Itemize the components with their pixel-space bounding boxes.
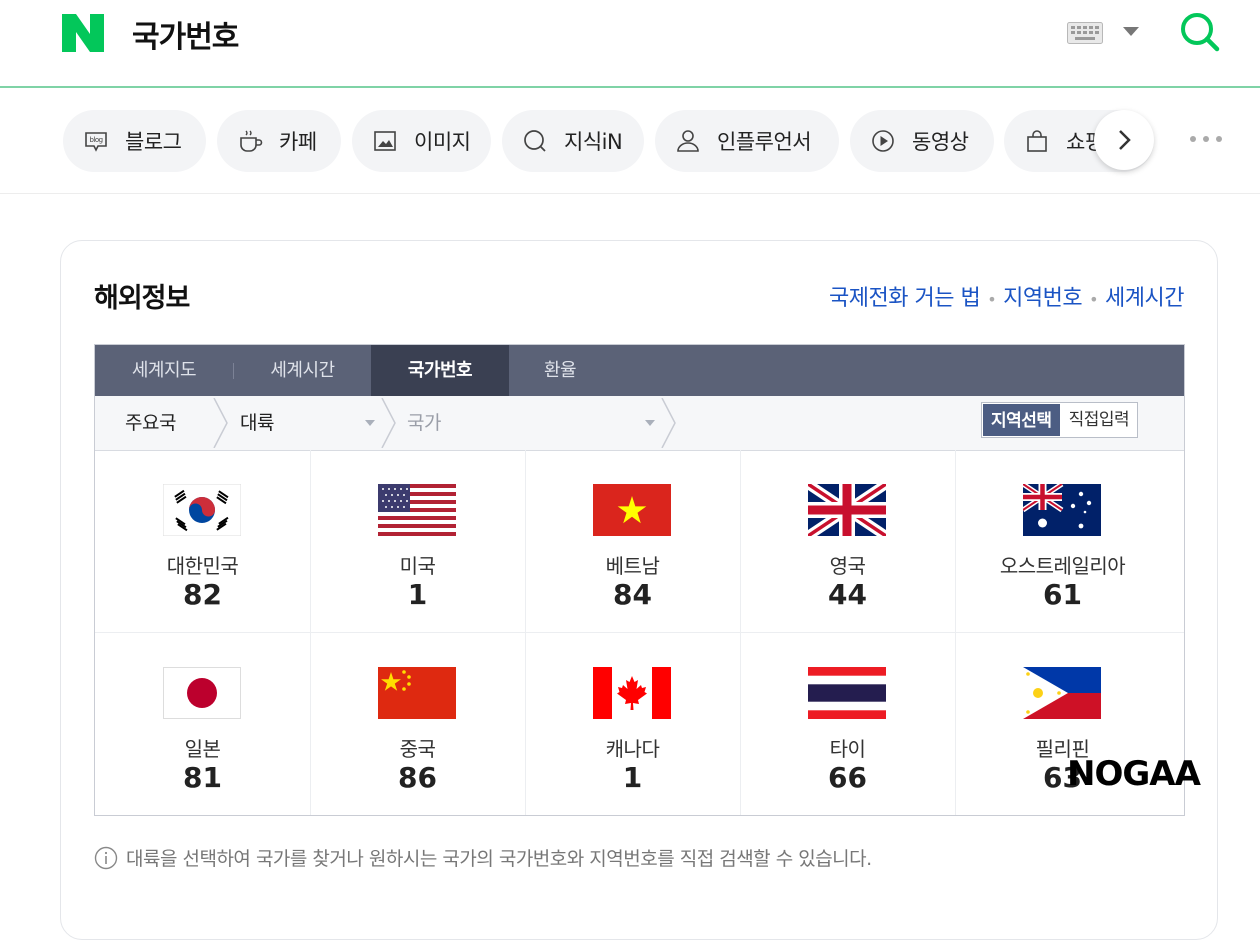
link-world-time[interactable]: 세계시간 [1105,286,1184,311]
play-icon [872,130,894,152]
tab-blog[interactable]: blog 블로그 [63,110,206,172]
country-name: 일본 [184,737,221,761]
country-code: 66 [828,761,867,794]
naver-logo-icon[interactable] [62,14,104,52]
country-item-korea[interactable]: 대한민국 82 [95,450,310,632]
country-item-vietnam[interactable]: 베트남 84 [525,450,740,632]
thailand-flag-icon [808,667,886,719]
tab-world-map[interactable]: 세계지도 [95,345,233,396]
help-notice: 대륙을 선택하여 국가를 찾거나 원하시는 국가의 국가번호와 지역번호를 직접… [94,844,872,871]
tab-world-time[interactable]: 세계시간 [234,345,371,396]
blog-icon: blog [85,132,107,152]
vietnam-flag-icon [593,484,671,536]
japan-flag-icon [163,667,241,719]
direct-input-button[interactable]: 직접입력 [1060,403,1138,437]
country-name: 중국 [399,737,436,761]
chevron-down-icon[interactable] [645,420,655,426]
country-select[interactable]: 국가 [407,396,441,450]
card-title: 해외정보 [94,283,190,314]
keyboard-icon[interactable] [1067,22,1103,44]
filter-bar: 주요국 대륙 국가 지역선택 직접입력 [95,396,1184,451]
continent-select[interactable]: 대륙 [240,396,274,450]
region-select-button[interactable]: 지역선택 [982,403,1061,437]
person-icon [677,130,699,152]
info-icon [94,846,118,869]
search-header: 국가번호 [0,0,1260,88]
country-name: 캐나다 [605,737,660,761]
country-code: 1 [622,761,643,794]
link-area-code[interactable]: 지역번호 [1003,286,1082,311]
tab-label: 이미지 [414,130,471,154]
country-grid: 대한민국 82 미국 1 베트남 84 영국 44 오스트레일리아 61 일본 … [95,450,1184,815]
country-name: 타이 [829,737,866,761]
chevron-down-icon[interactable] [1123,27,1139,36]
country-name: 베트남 [605,554,660,578]
search-tab-bar: blog 블로그 카페 이미지 지식iN 인플루언서 동영상 쇼핑 [0,90,1260,194]
link-international-call[interactable]: 국제전화 거는 법 [829,286,981,311]
svg-text:blog: blog [89,136,102,144]
card-links: 국제전화 거는 법 • 지역번호 • 세계시간 [829,280,1184,312]
tab-label: 인플루언서 [717,130,812,154]
chevron-down-icon[interactable] [365,420,375,426]
tab-label: 카페 [279,130,317,154]
tab-cafe[interactable]: 카페 [217,110,341,172]
country-code-widget: 세계지도 세계시간 국가번호 환율 주요국 대륙 국가 지역선택 직접입력 대한… [94,344,1185,816]
more-icon[interactable] [1188,132,1224,146]
breadcrumb-chevron-icon [381,398,396,448]
separator-dot: • [987,290,997,309]
chevron-right-icon [1119,130,1131,150]
country-item-uk[interactable]: 영국 44 [740,450,955,632]
country-name: 미국 [399,554,436,578]
input-mode-toggle: 지역선택 직접입력 [981,402,1139,438]
country-item-thailand[interactable]: 타이 66 [740,633,955,815]
tab-exchange-rate[interactable]: 환율 [509,345,611,396]
country-item-japan[interactable]: 일본 81 [95,633,310,815]
country-code: 61 [1043,578,1082,611]
tab-image[interactable]: 이미지 [352,110,491,172]
tab-country-code[interactable]: 국가번호 [371,345,509,396]
breadcrumb-chevron-icon [213,398,228,448]
china-flag-icon [378,667,456,719]
country-name: 오스트레일리아 [999,554,1126,578]
country-code: 44 [828,578,867,611]
breadcrumb-chevron-icon [661,398,676,448]
tab-label: 블로그 [125,130,182,154]
country-code: 82 [183,578,222,611]
country-code: 86 [398,761,437,794]
korea-flag-icon [163,484,241,536]
search-query[interactable]: 국가번호 [132,12,239,56]
tab-label: 지식iN [564,130,623,154]
tab-scroll-next-button[interactable] [1094,110,1154,170]
canada-flag-icon [593,667,671,719]
image-icon [374,131,396,151]
tab-video[interactable]: 동영상 [850,110,994,172]
australia-flag-icon [1023,484,1101,536]
country-item-china[interactable]: 중국 86 [310,633,525,815]
country-item-canada[interactable]: 캐나다 1 [525,633,740,815]
watermark: NOGAA [1067,754,1201,794]
country-item-usa[interactable]: 미국 1 [310,450,525,632]
kin-icon [524,130,546,152]
search-icon[interactable] [1178,10,1222,54]
tab-label: 동영상 [912,130,969,154]
country-code: 1 [407,578,428,611]
country-code: 84 [613,578,652,611]
philippines-flag-icon [1023,667,1101,719]
tab-influencer[interactable]: 인플루언서 [655,110,839,172]
country-name: 영국 [829,554,866,578]
crumb-major-countries[interactable]: 주요국 [125,396,176,450]
widget-tab-bar: 세계지도 세계시간 국가번호 환율 [95,345,1184,396]
cafe-icon [240,130,263,152]
country-code: 81 [183,761,222,794]
shopping-bag-icon [1027,130,1047,152]
country-name: 대한민국 [166,554,239,578]
uk-flag-icon [808,484,886,536]
separator-dot: • [1089,290,1099,309]
usa-flag-icon [378,484,456,536]
help-text: 대륙을 선택하여 국가를 찾거나 원하시는 국가의 국가번호와 지역번호를 직접… [126,848,872,870]
tab-kin[interactable]: 지식iN [502,110,644,172]
country-item-australia[interactable]: 오스트레일리아 61 [955,450,1170,632]
